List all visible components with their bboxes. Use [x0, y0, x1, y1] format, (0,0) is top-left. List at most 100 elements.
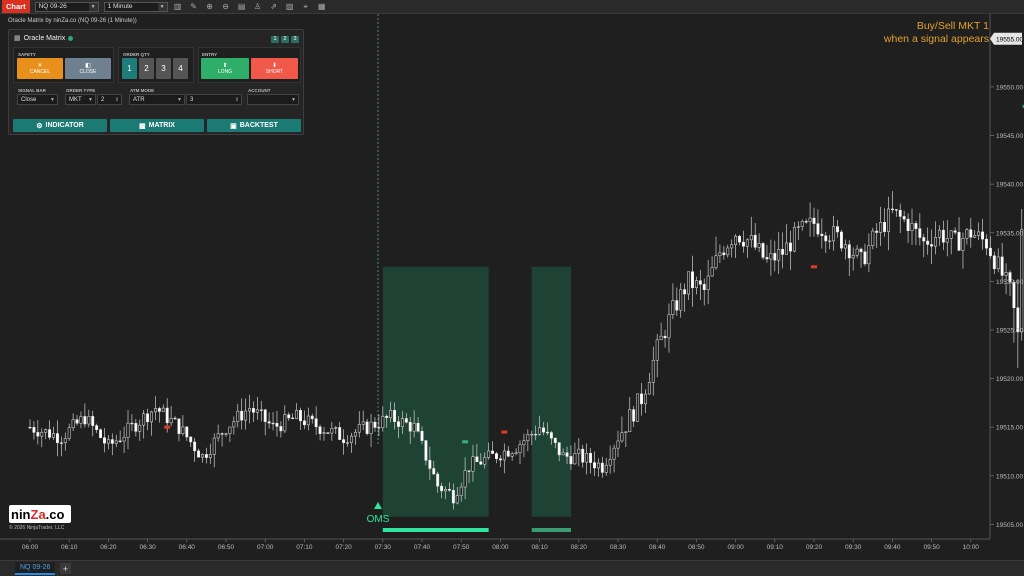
candle-body	[565, 452, 569, 457]
atm-mode-select[interactable]: ATR ▼	[129, 94, 185, 105]
order-type-qty-value: 2	[101, 96, 105, 103]
atm-mode-qty-value: 3	[190, 96, 194, 103]
candle-body	[945, 238, 949, 243]
cancel-button[interactable]: ✕ CANCEL	[17, 58, 63, 79]
y-tick-label: 19510.00	[996, 473, 1023, 480]
page-2-button[interactable]: 2	[281, 36, 289, 43]
x-tick-label: 06:40	[179, 544, 196, 551]
indicator-button[interactable]: ⚙ INDICATOR	[13, 119, 107, 132]
candle-body	[957, 232, 961, 251]
candle-body	[836, 226, 839, 233]
data-box-icon[interactable]: ▦	[316, 2, 328, 12]
candle-body	[683, 289, 687, 295]
sell-signal-marker	[164, 425, 171, 429]
candle-body	[628, 409, 632, 433]
candle-body	[922, 237, 926, 242]
y-tick-label: 19545.00	[996, 133, 1023, 140]
add-tab-button[interactable]: +	[60, 563, 71, 574]
candle-body	[706, 275, 710, 291]
candle-body	[941, 229, 945, 243]
trade-icon[interactable]: ▨	[284, 2, 296, 12]
candle-body	[161, 407, 165, 412]
order-type-label: ORDER TYPE	[66, 88, 96, 93]
candle-body	[173, 417, 177, 420]
crosshair-icon[interactable]: ⌖	[300, 2, 312, 12]
candle-body	[655, 339, 659, 361]
candle-body	[698, 280, 702, 285]
candle-body	[165, 407, 169, 424]
x-tick-label: 08:30	[610, 544, 627, 551]
qty-3-button[interactable]: 3	[156, 58, 171, 79]
strategies-icon[interactable]: ♙	[252, 2, 264, 12]
interval-selector[interactable]: 1 Minute ▼	[103, 1, 168, 12]
share-icon[interactable]: ⇗	[268, 2, 280, 12]
buy-signal-marker	[462, 440, 469, 444]
candle-body	[691, 271, 694, 289]
candle-body	[181, 426, 185, 434]
order-type-qty-stepper[interactable]: 2 ⇕	[97, 94, 122, 105]
long-button[interactable]: ⬆ LONG	[201, 58, 249, 79]
candle-body	[643, 393, 647, 405]
tab-nq-09-26[interactable]: NQ 09-26	[15, 562, 56, 575]
chevron-down-icon: ▼	[157, 2, 167, 11]
current-price-label: 19555.00	[996, 36, 1023, 43]
candle-body	[385, 415, 389, 419]
instrument-selector[interactable]: NQ 09-26 ▼	[34, 1, 99, 12]
qty-2-button[interactable]: 2	[139, 58, 154, 79]
candle-body	[738, 235, 741, 243]
x-tick-label: 08:40	[649, 544, 666, 551]
atm-mode-label: ATM MODE	[130, 88, 155, 93]
qty-1-button[interactable]: 1	[122, 58, 137, 79]
candle-body	[244, 410, 248, 421]
close-button[interactable]: ◧ CLOSE	[65, 58, 111, 79]
x-tick-label: 06:10	[61, 544, 78, 551]
panel-header: ▦ Oracle Matrix	[14, 34, 74, 42]
candle-body	[581, 448, 585, 463]
page-1-button[interactable]: 1	[271, 36, 279, 43]
candle-body	[898, 210, 902, 217]
order-type-value: MKT	[69, 96, 82, 103]
stepper-icon: ⇕	[234, 96, 239, 103]
matrix-button[interactable]: ▦ MATRIX	[110, 119, 204, 132]
candle-body	[502, 450, 506, 461]
close-label: CLOSE	[79, 68, 97, 75]
candle-body	[330, 428, 334, 434]
candle-body	[1004, 272, 1008, 276]
candle-body	[812, 217, 816, 224]
candle-body	[169, 417, 173, 424]
candle-body	[749, 234, 753, 241]
interval-value: 1 Minute	[107, 3, 133, 10]
zoom-out-icon[interactable]: ⊖	[220, 2, 232, 12]
draw-tool-icon[interactable]: ✎	[188, 2, 200, 12]
candle-body	[193, 441, 197, 452]
candle-body	[377, 427, 381, 429]
account-select[interactable]: ▼	[247, 94, 299, 105]
logo-text-a: nin	[11, 506, 31, 522]
candle-body	[961, 237, 965, 251]
backtest-button[interactable]: ▣ BACKTEST	[207, 119, 301, 132]
candle-body	[879, 222, 883, 233]
atm-mode-qty-stepper[interactable]: 3 ⇕	[186, 94, 242, 105]
zone-bar	[531, 528, 571, 532]
candle-body	[675, 300, 679, 311]
backtest-label: BACKTEST	[239, 122, 278, 129]
logo-text-b: Za	[30, 506, 46, 522]
candle-body	[506, 450, 510, 457]
candle-body	[67, 427, 71, 439]
signal-bar-select[interactable]: Close ▼	[17, 94, 58, 105]
qty-4-button[interactable]: 4	[173, 58, 188, 79]
candle-body	[832, 226, 836, 242]
chart-tab[interactable]: Chart	[2, 0, 30, 13]
short-button[interactable]: ⬇ SHORT	[251, 58, 298, 79]
candle-body	[342, 439, 346, 443]
properties-icon[interactable]: ▤	[236, 2, 248, 12]
page-3-button[interactable]: 3	[291, 36, 299, 43]
indicator-label: INDICATOR	[45, 122, 84, 129]
candle-body	[40, 431, 44, 437]
zoom-in-icon[interactable]: ⊕	[204, 2, 216, 12]
candle-body	[204, 454, 208, 458]
candle-body	[404, 418, 408, 423]
y-tick-label: 19530.00	[996, 279, 1023, 286]
order-type-select[interactable]: MKT ▼	[65, 94, 96, 105]
chart-style-icon[interactable]: ▥	[172, 2, 184, 12]
